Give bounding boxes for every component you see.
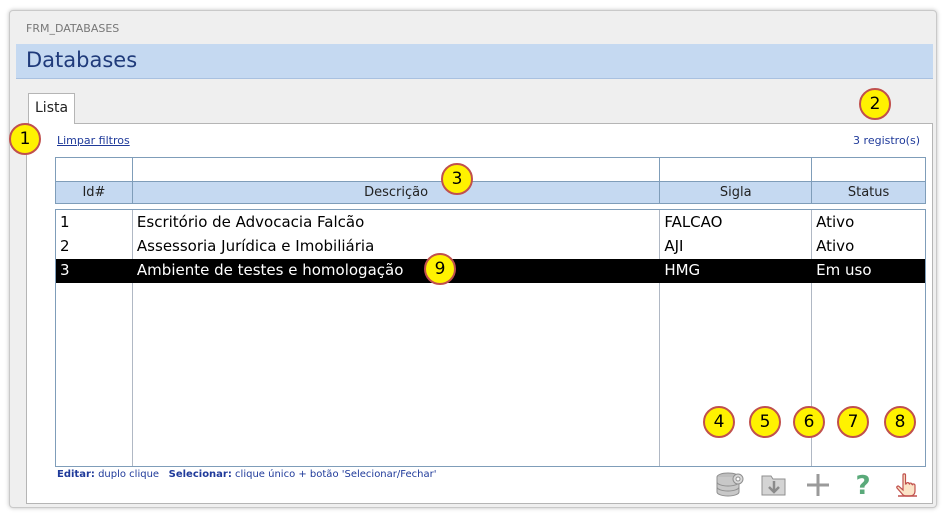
select-text: clique único + botão 'Selecionar/Fechar' [235, 469, 437, 480]
cell-sigla: FALCAO [664, 213, 723, 231]
callout-5: 5 [749, 406, 781, 438]
edit-label: Editar: [57, 469, 95, 480]
filter-status-input[interactable] [812, 158, 925, 181]
svg-text:?: ? [855, 471, 870, 499]
folder-download-icon [761, 475, 786, 496]
title-bar: Databases [16, 44, 933, 79]
cell-sigla: HMG [664, 261, 701, 279]
export-button[interactable] [759, 471, 789, 499]
cell-status: Em uso [816, 261, 872, 279]
add-button[interactable] [803, 471, 833, 499]
cell-descricao: Assessoria Jurídica e Imobiliária [136, 237, 375, 255]
callout-7: 7 [837, 406, 869, 438]
table-row[interactable]: 1 Escritório de Advocacia Falcão FALCAO … [56, 211, 925, 235]
column-header-status[interactable]: Status [812, 182, 925, 203]
clear-filters-link[interactable]: Limpar filtros [57, 134, 130, 147]
callout-6: 6 [793, 406, 825, 438]
cell-id: 2 [60, 237, 70, 255]
callout-3: 3 [441, 163, 473, 195]
question-mark-icon: ? [855, 471, 870, 501]
cell-status: Ativo [816, 237, 855, 255]
database-settings-button[interactable] [715, 471, 745, 499]
cell-id: 1 [60, 213, 70, 231]
filter-sigla-input[interactable] [660, 158, 813, 181]
database-gear-icon [716, 472, 744, 497]
list-panel: Limpar filtros 3 registro(s) Id# Descriç… [26, 123, 933, 504]
filter-row [55, 157, 926, 182]
page-title: Databases [26, 48, 138, 72]
pointing-hand-icon [896, 473, 917, 497]
column-header-sigla[interactable]: Sigla [660, 182, 813, 203]
tab-lista[interactable]: Lista [28, 93, 75, 124]
column-header-id[interactable]: Id# [56, 182, 133, 203]
form-code: FRM_DATABASES [26, 22, 120, 35]
column-header-row: Id# Descrição Sigla Status [55, 182, 926, 204]
callout-8: 8 [884, 406, 916, 438]
cell-id: 3 [60, 261, 70, 279]
cell-sigla: AJI [664, 237, 684, 255]
cell-status: Ativo [816, 213, 855, 231]
help-text: Editar: duplo clique Selecionar: clique … [57, 469, 436, 480]
record-count: 3 registro(s) [853, 134, 920, 147]
select-close-button[interactable] [893, 471, 923, 499]
filter-descricao-input[interactable] [133, 158, 661, 181]
help-button[interactable]: ? [848, 471, 878, 501]
cell-descricao: Escritório de Advocacia Falcão [136, 213, 365, 231]
table-row-selected[interactable]: 3 Ambiente de testes e homologação HMG E… [56, 259, 925, 283]
table-row[interactable]: 2 Assessoria Jurídica e Imobiliária AJI … [56, 235, 925, 259]
callout-2: 2 [859, 88, 891, 120]
plus-icon [807, 474, 829, 496]
cell-descricao: Ambiente de testes e homologação [136, 261, 404, 279]
select-label: Selecionar: [168, 469, 232, 480]
callout-1: 1 [9, 123, 41, 155]
column-header-descricao[interactable]: Descrição [133, 182, 661, 203]
edit-text: duplo clique [98, 469, 160, 480]
callout-9: 9 [424, 253, 456, 285]
filter-id-input[interactable] [56, 158, 133, 181]
callout-4: 4 [703, 406, 735, 438]
